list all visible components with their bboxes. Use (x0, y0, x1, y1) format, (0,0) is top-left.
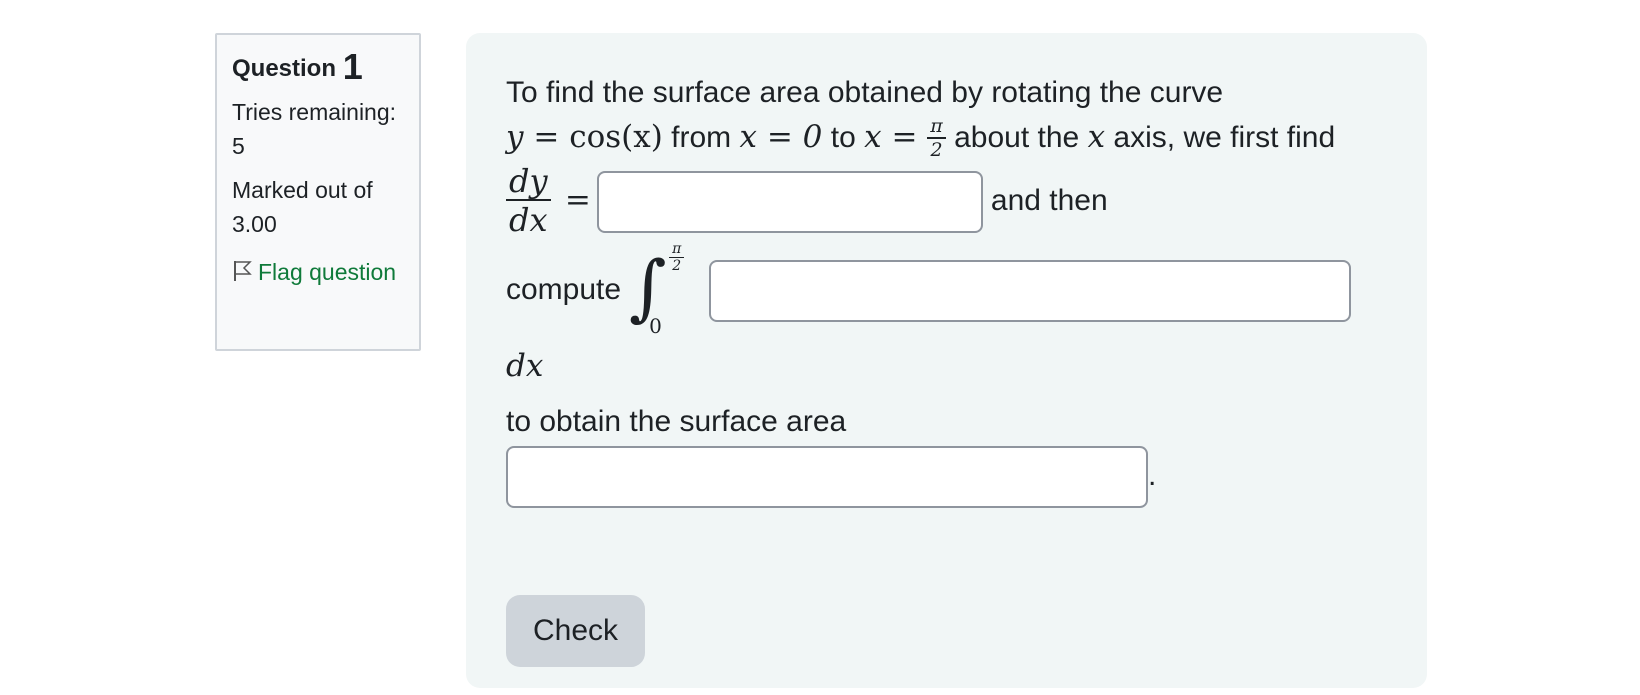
text-compute: compute (506, 272, 622, 306)
question-line-4: compute ∫ π2 0 (506, 241, 1387, 338)
surface-area-input[interactable] (506, 445, 1148, 508)
dx-trailing: dx (506, 347, 544, 384)
question-line-2: y = cos(x) from x = 0 to x = π2 about th… (506, 115, 1387, 162)
equals-sign: = (564, 181, 591, 218)
question-number: 1 (342, 46, 363, 87)
math-x-var: x (1087, 119, 1106, 155)
math-x-eq-0: x = 0 (739, 119, 823, 155)
math-cos-x: cos(x) (569, 119, 663, 155)
math-x-eq: x = (864, 119, 928, 155)
lower-limit: 0 (649, 313, 662, 338)
question-line-surface: . (506, 445, 1387, 508)
question-content: To find the surface area obtained by rot… (466, 33, 1427, 688)
dx-label: dx (509, 201, 548, 240)
text-from: from (671, 121, 732, 154)
integral-sign: ∫ π2 0 (629, 241, 699, 338)
marked-out-of: Marked out of 3.00 (232, 177, 373, 237)
question-line-3: dy dx = and then (506, 163, 1387, 240)
flag-question-label: Flag question (258, 259, 397, 285)
upper-limit-two: 2 (672, 257, 682, 274)
derivative-input[interactable] (596, 170, 983, 233)
upper-limit-fraction: π2 (669, 241, 685, 275)
text-to: to (830, 121, 856, 154)
flag-question-link[interactable]: Flag question (232, 255, 404, 289)
upper-limit-pi: π (669, 241, 685, 258)
dy-dx-fraction: dy dx (506, 163, 551, 240)
question-label: Question (232, 55, 337, 82)
question-info-panel: Question 1 Tries remaining: 5 Marked out… (215, 33, 421, 351)
dy-label: dy (506, 163, 551, 202)
integrand-input[interactable] (709, 259, 1352, 322)
fraction-numerator: π (927, 116, 946, 140)
flag-icon (234, 261, 252, 281)
question-heading: Question 1 (232, 49, 404, 85)
period: . (1148, 458, 1157, 492)
math-y-eq: y = (506, 119, 570, 155)
text-about-the: about the (954, 121, 1080, 154)
text-axis-first-find: axis, we first find (1113, 121, 1336, 154)
check-button[interactable]: Check (506, 595, 645, 667)
tries-remaining: Tries remaining: 5 (232, 99, 397, 159)
pi-over-2-fraction: π2 (927, 116, 946, 162)
text-and-then: and then (990, 183, 1108, 217)
question-line-1: To find the surface area obtained by rot… (506, 76, 1224, 109)
fraction-denominator: 2 (930, 139, 943, 162)
question-text: To find the surface area obtained by rot… (506, 71, 1387, 508)
obtain-text: to obtain the surface area (506, 404, 847, 438)
